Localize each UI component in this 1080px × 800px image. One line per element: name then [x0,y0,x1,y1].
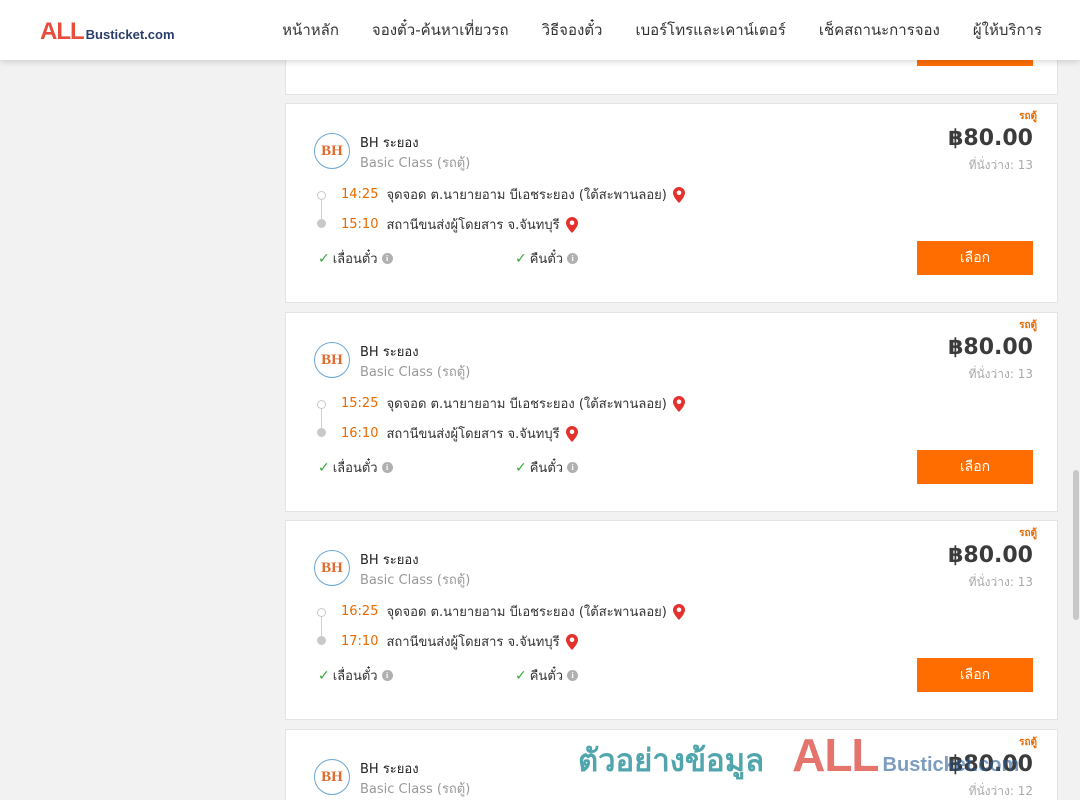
nav-check-booking[interactable]: เช็คสถานะการจอง [819,18,940,42]
feature-refund: ✓ คืนตั๋ว i [515,665,579,686]
operator-class: Basic Class (รถตู้) [360,573,471,588]
operator-name: BH ระยอง [360,345,419,360]
departure-stop: 16:25 จุดจอด ต.นายายอาม บีเอชระยอง (ใต้ส… [341,601,685,622]
feature-label: คืนตั๋ว [529,461,564,476]
departure-dot [317,608,326,617]
vehicle-type-tag: รถตู้ [1019,320,1037,331]
operator-logo: BH [314,759,350,795]
trip-card: รถตู้ BH BH ระยอง Basic Class (รถตู้) ฿8… [285,520,1058,720]
select-button[interactable]: เลือก [917,450,1033,484]
departure-dot [317,191,326,200]
nav-phone-counters[interactable]: เบอร์โทรและเคาน์เตอร์ [635,18,785,42]
operator-logo: BH [314,550,350,586]
map-pin-icon[interactable] [565,425,578,442]
page-scrollbar[interactable] [1072,60,1080,800]
operator-class: Basic Class (รถตู้) [360,156,471,171]
departure-dot [317,400,326,409]
info-icon[interactable]: i [567,670,579,681]
operator-name: BH ระยอง [360,762,419,777]
info-icon[interactable]: i [381,253,393,264]
departure-place: จุดจอด ต.นายายอาม บีเอชระยอง (ใต้สะพานลอ… [386,188,667,203]
scrollbar-thumb[interactable] [1073,470,1079,620]
operator-logo: BH [314,133,350,169]
check-icon: ✓ [515,250,527,267]
feature-label: เลื่อนตั๋ว [332,252,378,267]
arrival-time: 15:10 [341,217,379,232]
map-pin-icon[interactable] [672,395,685,412]
site-logo[interactable]: ALL Busticket.com [40,18,175,46]
site-header: ALL Busticket.com หน้าหลัก จองตั๋ว-ค้นหา… [0,0,1080,60]
feature-label: เลื่อนตั๋ว [332,461,378,476]
arrival-stop: 16:10 สถานีขนส่งผู้โดยสาร จ.จันทบุรี [341,423,578,444]
nav-how-to-book[interactable]: วิธีจองตั๋ว [542,18,603,42]
check-icon: ✓ [515,667,527,684]
seats-available: ที่นั่งว่าง: 13 [968,575,1033,589]
operator-name: BH ระยอง [360,136,419,151]
operator-class: Basic Class (รถตู้) [360,365,471,380]
departure-stop: 15:25 จุดจอด ต.นายายอาม บีเอชระยอง (ใต้ส… [341,393,685,414]
departure-place: จุดจอด ต.นายายอาม บีเอชระยอง (ใต้สะพานลอ… [386,397,667,412]
operator-name: BH ระยอง [360,553,419,568]
trip-price: ฿80.00 [948,335,1033,360]
seats-available: ที่นั่งว่าง: 13 [968,367,1033,381]
feature-label: คืนตั๋ว [529,252,564,267]
select-button[interactable]: เลือก [917,658,1033,692]
main-nav: หน้าหลัก จองตั๋ว-ค้นหาเที่ยวรถ วิธีจองตั… [282,0,1042,60]
feature-refund: ✓ คืนตั๋ว i [515,248,579,269]
departure-time: 16:25 [341,604,379,619]
feature-label: เลื่อนตั๋ว [332,669,378,684]
departure-stop: 14:25 จุดจอด ต.นายายอาม บีเอชระยอง (ใต้ส… [341,184,685,205]
check-icon: ✓ [515,459,527,476]
nav-book-search[interactable]: จองตั๋ว-ค้นหาเที่ยวรถ [372,18,509,42]
departure-place: จุดจอด ต.นายายอาม บีเอชระยอง (ใต้สะพานลอ… [386,605,667,620]
arrival-place: สถานีขนส่งผู้โดยสาร จ.จันทบุรี [386,218,560,233]
feature-reschedule: ✓ เลื่อนตั๋ว i [318,457,393,478]
seats-available: ที่นั่งว่าง: 13 [968,158,1033,172]
check-icon: ✓ [318,250,330,267]
feature-reschedule: ✓ เลื่อนตั๋ว i [318,248,393,269]
logo-all-text: ALL [40,18,85,45]
arrival-stop: 15:10 สถานีขนส่งผู้โดยสาร จ.จันทบุรี [341,214,578,235]
trip-card: รถตู้ BH BH ระยอง Basic Class (รถตู้) ฿8… [285,103,1058,303]
feature-label: คืนตั๋ว [529,669,564,684]
info-icon[interactable]: i [381,670,393,681]
trip-price: ฿80.00 [948,126,1033,151]
map-pin-icon[interactable] [565,216,578,233]
info-icon[interactable]: i [381,462,393,473]
operator-logo: BH [314,342,350,378]
map-pin-icon[interactable] [672,603,685,620]
arrival-dot [317,428,326,437]
info-icon[interactable]: i [567,462,579,473]
departure-time: 15:25 [341,396,379,411]
select-button[interactable]: เลือก [917,241,1033,275]
arrival-time: 16:10 [341,426,379,441]
map-pin-icon[interactable] [672,186,685,203]
arrival-time: 17:10 [341,634,379,649]
departure-time: 14:25 [341,187,379,202]
vehicle-type-tag: รถตู้ [1019,111,1037,122]
nav-home[interactable]: หน้าหลัก [282,18,339,42]
feature-reschedule: ✓ เลื่อนตั๋ว i [318,665,393,686]
map-pin-icon[interactable] [565,633,578,650]
arrival-stop: 17:10 สถานีขนส่งผู้โดยสาร จ.จันทบุรี [341,631,578,652]
trip-price: ฿80.00 [948,752,1033,777]
trip-price: ฿80.00 [948,543,1033,568]
logo-busticket-text: Busticket.com [85,27,175,42]
nav-operators[interactable]: ผู้ให้บริการ [973,18,1042,42]
feature-refund: ✓ คืนตั๋ว i [515,457,579,478]
info-icon[interactable]: i [567,253,579,264]
vehicle-type-tag: รถตู้ [1019,528,1037,539]
operator-class: Basic Class (รถตู้) [360,782,471,797]
arrival-place: สถานีขนส่งผู้โดยสาร จ.จันทบุรี [386,635,560,650]
vehicle-type-tag: รถตู้ [1019,737,1037,748]
trip-card: รถตู้ BH BH ระยอง Basic Class (รถตู้) ฿8… [285,729,1058,800]
seats-available: ที่นั่งว่าง: 12 [968,784,1033,798]
arrival-dot [317,636,326,645]
arrival-place: สถานีขนส่งผู้โดยสาร จ.จันทบุรี [386,427,560,442]
trip-card: รถตู้ BH BH ระยอง Basic Class (รถตู้) ฿8… [285,312,1058,512]
check-icon: ✓ [318,459,330,476]
arrival-dot [317,219,326,228]
check-icon: ✓ [318,667,330,684]
